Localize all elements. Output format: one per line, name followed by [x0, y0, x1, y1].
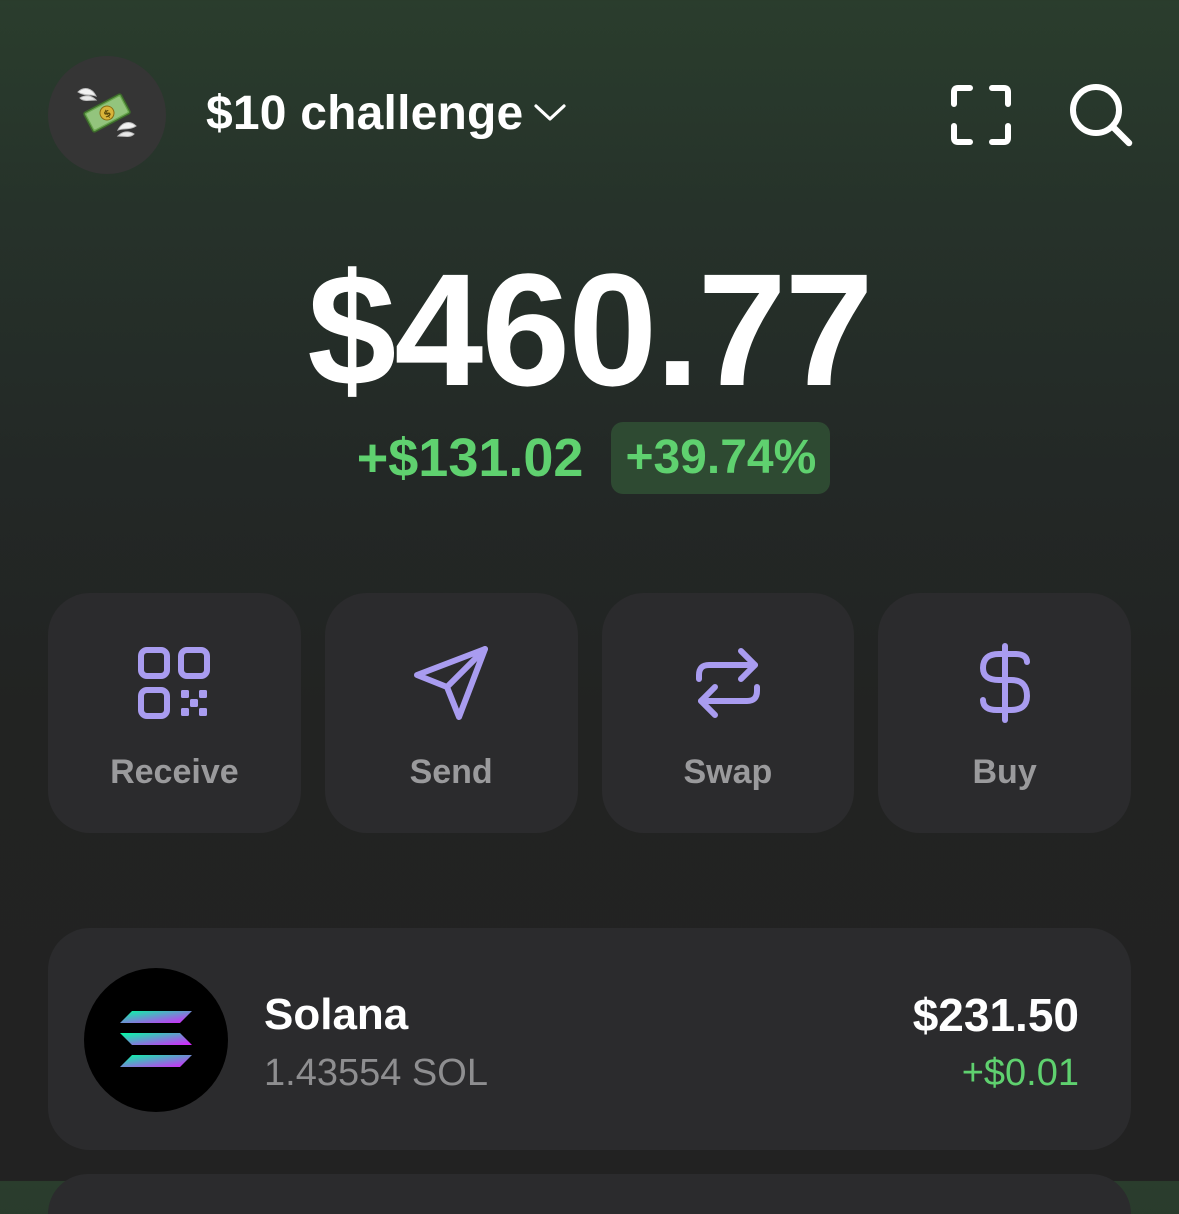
- account-avatar[interactable]: $: [48, 56, 166, 174]
- balance-change-row: +$131.02 +39.74%: [0, 422, 1179, 494]
- buy-button[interactable]: Buy: [878, 593, 1131, 833]
- token-row-solana[interactable]: Solana 1.43554 SOL $231.50 +$0.01: [48, 928, 1131, 1150]
- search-button[interactable]: [1068, 82, 1134, 153]
- scan-button[interactable]: [948, 84, 1014, 150]
- solana-logo-icon: [84, 968, 228, 1112]
- balance-change-amount: +$131.02: [356, 428, 584, 488]
- receive-button[interactable]: Receive: [48, 593, 301, 833]
- token-change: +$0.01: [961, 1052, 1079, 1094]
- send-icon: [411, 643, 491, 723]
- token-row-next-partial[interactable]: [48, 1174, 1131, 1214]
- scan-icon: [950, 84, 1012, 151]
- flying-money-icon: $: [74, 82, 140, 149]
- token-value: $231.50: [912, 989, 1079, 1041]
- header: $ $10 challenge: [48, 56, 1135, 176]
- send-button[interactable]: Send: [324, 593, 578, 833]
- token-amount: 1.43554 SOL: [264, 1052, 488, 1094]
- receive-label: Receive: [110, 753, 239, 791]
- swap-button[interactable]: Swap: [601, 593, 855, 833]
- swap-label: Swap: [683, 753, 773, 791]
- dollar-icon: [965, 643, 1045, 723]
- qr-code-icon: [134, 643, 214, 723]
- search-icon: [1068, 82, 1134, 153]
- send-label: Send: [409, 753, 493, 791]
- chevron-down-icon: [533, 103, 567, 128]
- balance-change-percent-badge: +39.74%: [611, 422, 831, 494]
- total-balance: $460.77: [307, 240, 873, 419]
- buy-label: Buy: [972, 753, 1037, 791]
- swap-icon: [688, 643, 768, 723]
- action-buttons: Receive Send Swap Buy: [48, 593, 1131, 833]
- token-name: Solana: [264, 990, 409, 1039]
- account-name: $10 challenge: [206, 87, 524, 140]
- account-switcher[interactable]: $10 challenge: [206, 86, 567, 141]
